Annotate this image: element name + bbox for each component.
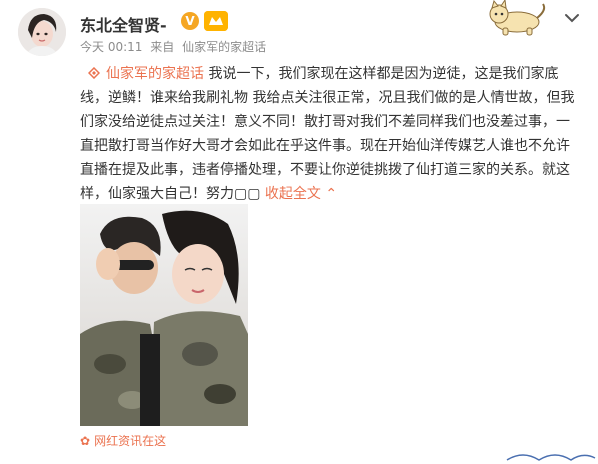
verified-v-icon: V [181,12,199,30]
collapse-text-link[interactable]: 收起全文 ⌃ [265,186,337,202]
supertopic-diamond-icon [87,63,101,80]
supertopic-link[interactable]: 仙家军的家超话 [106,66,204,82]
author-name[interactable]: 东北全智贤- [80,12,167,36]
source-prefix: 来自 [150,40,175,54]
avatar[interactable] [18,8,66,56]
post-text: 我说一下，我们家现在这样都是因为逆徒，这是我们家底线，逆鳞！谁来给我刷礼物 我给… [80,66,575,202]
post-time: 今天 00:11 [80,40,143,54]
flower-icon: ✿ [80,434,91,448]
corner-logo [503,448,598,464]
watermark: ✿ 网红资讯在这 [80,432,166,449]
post-meta: 今天 00:11 来自 仙家军的家超话 [80,38,270,55]
post-image[interactable] [80,204,248,426]
post-content: 仙家军的家超话 我说一下，我们家现在这样都是因为逆徒，这是我们家底线，逆鳞！谁来… [80,62,580,206]
watermark-text: 网红资讯在这 [94,434,167,448]
weibo-post: 东北全智贤- V 今天 00:11 来自 仙家军的家超话 仙家军的家超话 我说一… [0,0,598,464]
chevron-down-icon[interactable] [560,8,584,28]
source-link[interactable]: 仙家军的家超话 [182,40,266,54]
vip-level-icon [204,11,228,31]
cartoon-cat-icon [481,0,551,36]
